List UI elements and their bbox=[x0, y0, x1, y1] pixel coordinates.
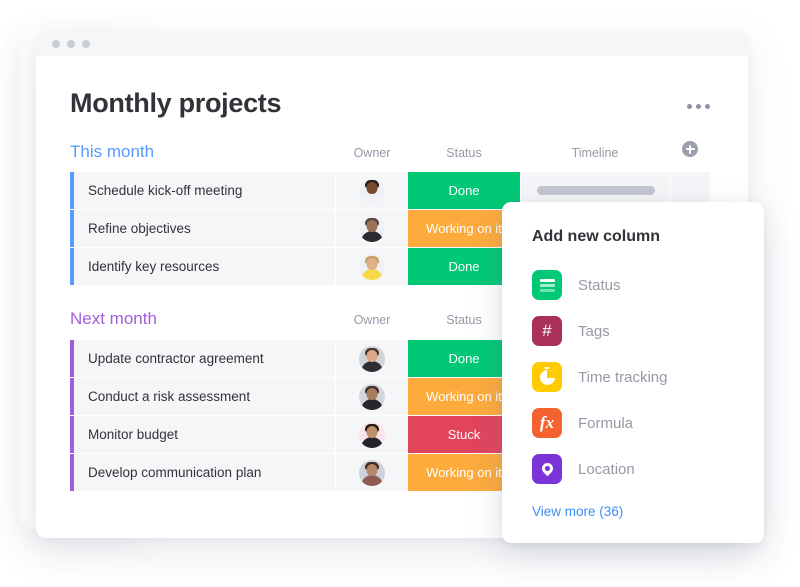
column-option-location[interactable]: Location bbox=[532, 446, 734, 492]
avatar[interactable] bbox=[359, 177, 385, 204]
board-header: Monthly projects bbox=[70, 56, 714, 119]
column-option-formula[interactable]: fx Formula bbox=[532, 400, 734, 446]
page-title: Monthly projects bbox=[70, 88, 282, 118]
window-titlebar bbox=[36, 32, 748, 56]
column-option-tags[interactable]: # Tags bbox=[532, 308, 734, 354]
avatar[interactable] bbox=[359, 345, 385, 372]
status-bars-icon bbox=[532, 270, 562, 300]
column-option-label: Tags bbox=[578, 322, 610, 340]
kebab-dot-3 bbox=[705, 104, 710, 109]
add-column-cell bbox=[670, 141, 710, 157]
popup-title: Add new column bbox=[532, 228, 660, 245]
group-title-this-month[interactable]: This month bbox=[70, 142, 336, 162]
avatar[interactable] bbox=[359, 421, 385, 448]
traffic-light-dot-2[interactable] bbox=[67, 40, 75, 48]
column-option-label: Time tracking bbox=[578, 368, 668, 386]
kebab-dot-1 bbox=[687, 104, 692, 109]
hash-icon: # bbox=[532, 316, 562, 346]
add-new-column-popup: Add new column Status # Tags Time tracki… bbox=[502, 202, 764, 543]
traffic-light-dot-3[interactable] bbox=[82, 40, 90, 48]
group-header-row: This month Owner Status Timeline bbox=[70, 141, 714, 167]
column-option-label: Location bbox=[578, 460, 635, 478]
avatar[interactable] bbox=[359, 383, 385, 410]
row-owner-cell[interactable] bbox=[336, 378, 408, 415]
row-owner-cell[interactable] bbox=[336, 172, 408, 209]
row-owner-cell[interactable] bbox=[336, 248, 408, 285]
row-name-cell[interactable]: Conduct a risk assessment bbox=[74, 378, 336, 415]
view-more-link[interactable]: View more (36) bbox=[532, 504, 623, 519]
column-header-owner[interactable]: Owner bbox=[336, 146, 408, 160]
row-owner-cell[interactable] bbox=[336, 210, 408, 247]
avatar[interactable] bbox=[359, 459, 385, 486]
row-status-badge[interactable]: Done bbox=[408, 172, 520, 209]
traffic-light-dot-1[interactable] bbox=[52, 40, 60, 48]
row-owner-cell[interactable] bbox=[336, 340, 408, 377]
row-name-cell[interactable]: Refine objectives bbox=[74, 210, 336, 247]
row-name-cell[interactable]: Develop communication plan bbox=[74, 454, 336, 491]
row-name-cell[interactable]: Schedule kick-off meeting bbox=[74, 172, 336, 209]
column-option-status[interactable]: Status bbox=[532, 262, 734, 308]
row-owner-cell[interactable] bbox=[336, 454, 408, 491]
column-header-timeline[interactable]: Timeline bbox=[520, 146, 670, 160]
formula-fx-icon: fx bbox=[532, 408, 562, 438]
kebab-dot-2 bbox=[696, 104, 701, 109]
column-option-label: Status bbox=[578, 276, 621, 294]
map-pin-icon bbox=[532, 454, 562, 484]
row-name-cell[interactable]: Update contractor agreement bbox=[74, 340, 336, 377]
avatar[interactable] bbox=[359, 215, 385, 242]
group-title-next-month[interactable]: Next month bbox=[70, 309, 336, 329]
row-name-cell[interactable]: Monitor budget bbox=[74, 416, 336, 453]
column-header-status[interactable]: Status bbox=[408, 146, 520, 160]
plus-circle-icon[interactable] bbox=[682, 141, 698, 157]
row-name-cell[interactable]: Identify key resources bbox=[74, 248, 336, 285]
column-option-label: Formula bbox=[578, 414, 634, 432]
timeline-progress-track bbox=[536, 186, 655, 195]
avatar[interactable] bbox=[359, 253, 385, 280]
column-header-owner[interactable]: Owner bbox=[336, 313, 408, 327]
screenshot-stage: Monthly projects This month Owner Status… bbox=[0, 0, 800, 587]
row-owner-cell[interactable] bbox=[336, 416, 408, 453]
stopwatch-icon bbox=[532, 362, 562, 392]
kebab-menu-icon[interactable] bbox=[683, 96, 714, 117]
column-option-time-tracking[interactable]: Time tracking bbox=[532, 354, 734, 400]
